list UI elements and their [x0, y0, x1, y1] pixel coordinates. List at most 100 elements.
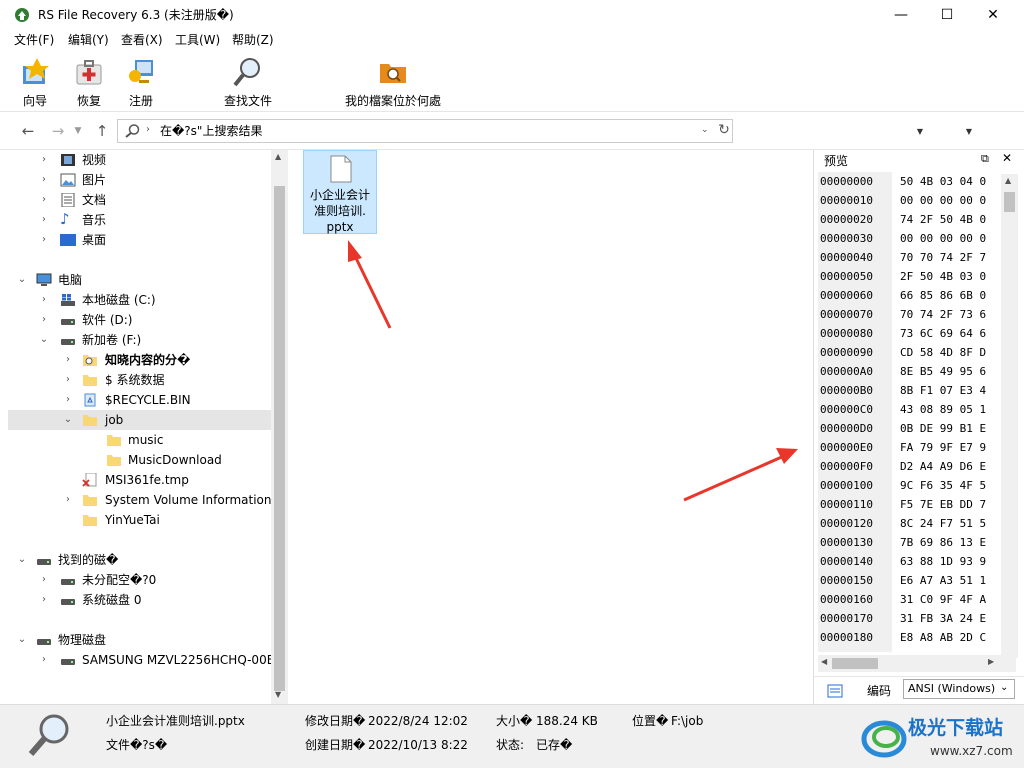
expand-chevron-icon[interactable]: ›	[38, 230, 50, 250]
minimize-button[interactable]: —	[878, 0, 924, 30]
expand-chevron-icon[interactable]: ›	[38, 210, 50, 230]
tree-item-videos[interactable]: › 视频	[8, 150, 271, 170]
back-arrow-icon[interactable]: ←	[20, 123, 36, 139]
scroll-down-icon[interactable]: ▼	[275, 690, 281, 699]
scroll-thumb[interactable]	[274, 186, 285, 691]
collapse-chevron-icon[interactable]: ⌄	[16, 270, 28, 290]
expand-chevron-icon[interactable]: ›	[38, 590, 50, 610]
undock-icon[interactable]: ⧉	[981, 152, 989, 166]
status-location-label: 位置�	[632, 714, 669, 728]
up-arrow-icon[interactable]: ↑	[94, 123, 110, 139]
drive-icon	[61, 599, 75, 605]
collapse-chevron-icon[interactable]: ⌄	[62, 410, 74, 430]
preview-mode-icon[interactable]	[827, 683, 843, 699]
register-button[interactable]: 注册	[122, 56, 160, 110]
menu-help[interactable]: 帮助(Z)	[232, 32, 274, 48]
tree-item-f-child2[interactable]: › $ 系统数据	[8, 370, 271, 390]
expand-chevron-icon[interactable]: ›	[38, 650, 50, 670]
preview-vertical-scrollbar[interactable]: ▲	[1001, 174, 1018, 658]
filter-dropdown-icon[interactable]: ▼	[912, 124, 928, 140]
tree-item-found-disks[interactable]: ⌄ 找到的磁�	[8, 550, 271, 570]
scroll-thumb[interactable]	[832, 658, 878, 669]
tree-item-music[interactable]: › ♪ 音乐	[8, 210, 271, 230]
preview-title: 预览	[824, 154, 849, 168]
menu-view[interactable]: 查看(X)	[121, 32, 163, 48]
maximize-button[interactable]: ☐	[924, 0, 970, 30]
menu-edit[interactable]: 编辑(Y)	[68, 32, 109, 48]
expand-chevron-icon[interactable]: ›	[62, 370, 74, 390]
scroll-left-icon[interactable]: ◀	[821, 657, 827, 666]
expand-chevron-icon[interactable]: ›	[38, 170, 50, 190]
hex-offset: 00000150	[820, 574, 873, 587]
find-files-button[interactable]: 查找文件	[218, 56, 278, 110]
tree-item-unallocated[interactable]: › 未分配空�?0	[8, 570, 271, 590]
address-dropdown-icon[interactable]: ⌄	[701, 125, 709, 135]
recover-button[interactable]: 恢复	[70, 56, 108, 110]
expand-chevron-icon[interactable]: ›	[38, 290, 50, 310]
where-files-button[interactable]: 我的檔案位於何處	[338, 56, 448, 110]
preview-horizontal-scrollbar[interactable]: ◀ ▶	[818, 655, 1016, 672]
hex-bytes: 73 6C 69 64 6	[900, 327, 987, 340]
hex-values-column: 50 4B 03 04 0 00 00 00 00 0 74 2F 50 4B 0 0…	[900, 172, 1012, 652]
windows-drive-icon	[61, 294, 75, 306]
close-preview-icon[interactable]: ✕	[1002, 151, 1012, 165]
tree-item-f-child5[interactable]: MSI361fe.tmp	[8, 470, 271, 490]
encoding-select[interactable]: ANSI (Windows) ⌄	[903, 679, 1015, 699]
scroll-up-icon[interactable]: ▲	[1005, 176, 1011, 185]
tree-item-f-child1[interactable]: › 知晓内容的分�	[8, 350, 271, 370]
wizard-button[interactable]: 向导	[16, 56, 54, 110]
tree-item-f-child6[interactable]: › System Volume Information	[8, 490, 271, 510]
scroll-thumb[interactable]	[1004, 192, 1015, 212]
tree-item-job[interactable]: ⌄ job	[8, 410, 271, 430]
hex-bytes: 7B 69 86 13 E	[900, 536, 987, 549]
menu-file[interactable]: 文件(F)	[14, 32, 54, 48]
tree-item-disk-d[interactable]: › 软件 (D:)	[8, 310, 271, 330]
tree-scrollbar[interactable]: ▲ ▼	[271, 150, 288, 704]
tree-item-f-child3[interactable]: › $RECYCLE.BIN	[8, 390, 271, 410]
scroll-up-icon[interactable]: ▲	[275, 152, 281, 161]
file-name: 小企业会计 准则培训. pptx	[304, 187, 376, 235]
tree-item-pictures[interactable]: › 图片	[8, 170, 271, 190]
refresh-icon[interactable]: ↻	[716, 122, 732, 138]
tree-item-job-musicdownload[interactable]: MusicDownload	[8, 450, 271, 470]
address-bar[interactable]: › 在�?s"上搜索结果 ⌄	[117, 119, 733, 143]
status-size-label: 大小�	[496, 714, 533, 728]
forward-arrow-icon[interactable]: →	[50, 123, 66, 139]
tree-item-disk-f[interactable]: ⌄ 新加卷 (F:)	[8, 330, 271, 350]
expand-chevron-icon[interactable]: ›	[62, 490, 74, 510]
tree-item-samsung[interactable]: › SAMSUNG MZVL2256HCHQ-00B00	[8, 650, 271, 670]
hex-bytes: D2 A4 A9 D6 E	[900, 460, 987, 473]
close-button[interactable]: ✕	[970, 0, 1016, 30]
tree-item-documents[interactable]: › 文档	[8, 190, 271, 210]
tree-item-system-disk[interactable]: › 系统磁盘 0	[8, 590, 271, 610]
tree-item-f-child7[interactable]: YinYueTai	[8, 510, 271, 530]
collapse-chevron-icon[interactable]: ⌄	[16, 550, 28, 570]
tree-label: 物理磁盘	[58, 633, 107, 647]
expand-chevron-icon[interactable]: ›	[38, 190, 50, 210]
folder-search-icon	[380, 64, 406, 83]
deleted-file-icon	[82, 473, 97, 487]
tree-item-physical-disks[interactable]: ⌄ 物理磁盘	[8, 630, 271, 650]
status-filename: 小企业会计准则培训.pptx	[106, 714, 245, 728]
expand-chevron-icon[interactable]: ›	[62, 350, 74, 370]
tree-item-computer[interactable]: ⌄ 电脑	[8, 270, 271, 290]
history-dropdown-icon[interactable]: ▼	[70, 123, 86, 139]
expand-chevron-icon[interactable]: ›	[62, 390, 74, 410]
menu-tools[interactable]: 工具(W)	[175, 32, 220, 48]
watermark-logo	[861, 720, 907, 758]
expand-chevron-icon[interactable]: ›	[38, 150, 50, 170]
expand-chevron-icon[interactable]: ›	[38, 570, 50, 590]
magnifier-icon	[233, 58, 260, 87]
scroll-right-icon[interactable]: ▶	[988, 657, 994, 666]
register-label: 注册	[128, 94, 153, 108]
collapse-chevron-icon[interactable]: ⌄	[16, 630, 28, 650]
status-filetype: 文件�?s�	[106, 738, 168, 752]
file-item-pptx[interactable]: 小企业会计 准则培训. pptx	[303, 150, 377, 234]
expand-chevron-icon[interactable]: ›	[38, 310, 50, 330]
hex-bytes: 00 00 00 00 0	[900, 232, 987, 245]
tree-item-disk-c[interactable]: › 本地磁盘 (C:)	[8, 290, 271, 310]
tree-item-desktop[interactable]: › 桌面	[8, 230, 271, 250]
tree-item-job-music[interactable]: music	[8, 430, 271, 450]
collapse-chevron-icon[interactable]: ⌄	[38, 330, 50, 350]
view-mode-dropdown-icon[interactable]: ▼	[961, 124, 977, 140]
